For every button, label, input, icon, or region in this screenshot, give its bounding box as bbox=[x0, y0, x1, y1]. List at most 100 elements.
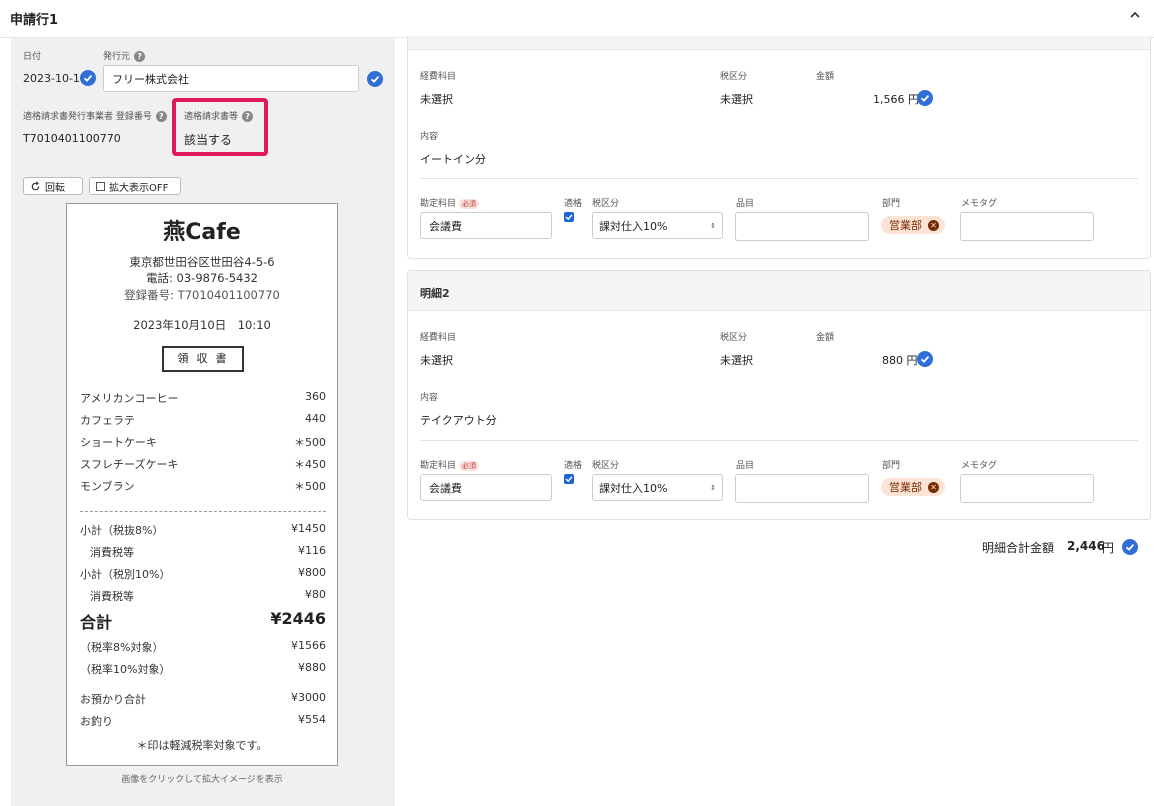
amount-value: 1,566 円 bbox=[873, 93, 919, 106]
rotate-button[interactable]: 回転 bbox=[23, 177, 83, 195]
receipt-item: スフレチーズケーキ ＊450 bbox=[80, 458, 326, 471]
total-value: 2,446 bbox=[1067, 539, 1105, 553]
content-value: イートイン分 bbox=[420, 153, 486, 166]
amount-value: 880 円 bbox=[882, 354, 918, 367]
amount-label: 金額 bbox=[816, 333, 835, 343]
zoom-label: 拡大表示OFF bbox=[109, 182, 169, 194]
date-value: 2023-10-10 bbox=[23, 72, 87, 85]
memo-input[interactable] bbox=[960, 212, 1094, 241]
receipt-doc-title: 領収書 bbox=[162, 346, 244, 372]
issuer-input[interactable]: フリー株式会社 bbox=[103, 65, 359, 92]
section-title: 申請行1 bbox=[10, 13, 59, 28]
card-header bbox=[408, 36, 1150, 50]
receipt-total: 合計 ¥2446 bbox=[80, 609, 326, 632]
amount-label: 金額 bbox=[816, 72, 835, 82]
required-badge: 必須 bbox=[459, 198, 480, 209]
select-arrow-icon: ⇕ bbox=[710, 483, 716, 492]
receipt-item: カフェラテ 440 bbox=[80, 412, 326, 427]
receipt-paid: お預かり合計 ¥3000 bbox=[80, 691, 326, 706]
dept-label: 部門 bbox=[882, 461, 901, 471]
rotate-label: 回転 bbox=[45, 182, 65, 194]
account-label: 勘定科目 必須 bbox=[420, 196, 480, 209]
receipt-datetime: 2023年10月10日 10:10 bbox=[133, 318, 271, 332]
account-input[interactable]: 会議費 bbox=[420, 212, 552, 239]
issuer-label: 発行元? bbox=[103, 49, 146, 62]
help-icon[interactable]: ? bbox=[155, 111, 167, 122]
expense-label: 経費科目 bbox=[420, 72, 457, 82]
divider bbox=[420, 440, 1138, 441]
receipt-item: モンブラン ＊500 bbox=[80, 480, 326, 493]
check-circle-icon bbox=[367, 71, 383, 87]
checkbox-icon[interactable] bbox=[96, 181, 105, 191]
expense-value: 未選択 bbox=[420, 354, 453, 367]
dept-label: 部門 bbox=[882, 199, 901, 209]
store-name: 燕Cafe bbox=[163, 220, 241, 245]
registration-label: 適格請求書発行事業者 登録番号? bbox=[23, 109, 167, 122]
divider bbox=[420, 178, 1138, 179]
account-input[interactable]: 会議費 bbox=[420, 474, 552, 501]
tax-select-label: 税区分 bbox=[592, 199, 620, 209]
store-phone: 電話: 03-9876-5432 bbox=[146, 271, 258, 285]
qualified-checkbox[interactable] bbox=[564, 212, 574, 222]
section-header: 申請行1 bbox=[0, 0, 1154, 38]
receipt-tax-8: 消費税等 ¥116 bbox=[90, 544, 326, 559]
receipt-target-8: （税率8%対象） ¥1566 bbox=[80, 639, 326, 654]
memo-label: メモタグ bbox=[961, 199, 998, 209]
receipt-tax-10: 消費税等 ¥80 bbox=[90, 588, 326, 603]
qualified-col-label: 適格 bbox=[564, 199, 583, 209]
content-value: テイクアウト分 bbox=[420, 414, 497, 427]
receipt-item: ショートケーキ ＊500 bbox=[80, 436, 326, 449]
help-icon[interactable]: ? bbox=[242, 111, 254, 122]
receipt-subtotal-8: 小計（税抜8%） ¥1450 bbox=[80, 522, 326, 537]
close-icon[interactable]: ✕ bbox=[928, 219, 939, 231]
tax-select[interactable]: 課対仕入10% ⇕ bbox=[592, 474, 723, 501]
select-arrow-icon: ⇕ bbox=[710, 221, 716, 230]
store-address: 東京都世田谷区世田谷4-5-6 bbox=[129, 255, 275, 269]
tax-select-label: 税区分 bbox=[592, 461, 620, 471]
zoom-toggle-button[interactable]: 拡大表示OFF bbox=[89, 177, 181, 195]
receipt-image[interactable]: 燕Cafe 東京都世田谷区世田谷4-5-6 電話: 03-9876-5432 登… bbox=[66, 203, 338, 766]
close-icon[interactable]: ✕ bbox=[928, 481, 939, 493]
check-circle-icon bbox=[1122, 539, 1138, 555]
item-label: 品目 bbox=[736, 199, 755, 209]
receipt-target-10: （税率10%対象） ¥880 bbox=[80, 661, 326, 676]
rotate-icon bbox=[31, 180, 40, 190]
content-label: 内容 bbox=[420, 393, 439, 403]
receipt-item: アメリカンコーヒー 360 bbox=[80, 390, 326, 405]
image-caption: 画像をクリックして拡大イメージを表示 bbox=[121, 775, 283, 785]
tax-category-value: 未選択 bbox=[720, 354, 753, 367]
receipt-subtotal-10: 小計（税別10%） ¥800 bbox=[80, 566, 326, 581]
chevron-up-icon[interactable] bbox=[1128, 8, 1142, 22]
expense-value: 未選択 bbox=[420, 93, 453, 106]
help-icon[interactable]: ? bbox=[134, 51, 146, 62]
qualified-checkbox[interactable] bbox=[564, 474, 574, 484]
check-circle-icon bbox=[917, 90, 933, 106]
qualified-value: 該当する bbox=[184, 133, 233, 147]
required-badge: 必須 bbox=[459, 460, 480, 471]
item-input[interactable] bbox=[735, 474, 869, 503]
qualified-label: 適格請求書等? bbox=[184, 109, 254, 122]
date-label: 日付 bbox=[23, 52, 42, 62]
receipt-divider bbox=[80, 511, 326, 512]
item-input[interactable] bbox=[735, 212, 869, 241]
check-circle-icon bbox=[917, 351, 933, 367]
check-circle-icon bbox=[80, 70, 96, 86]
memo-input[interactable] bbox=[960, 474, 1094, 503]
store-registration: 登録番号: T7010401100770 bbox=[124, 288, 280, 302]
tax-select[interactable]: 課対仕入10% ⇕ bbox=[592, 212, 723, 239]
card-title: 明細2 bbox=[420, 287, 450, 300]
dept-tag[interactable]: 営業部 ✕ bbox=[881, 216, 945, 234]
total-label: 明細合計金額 bbox=[982, 541, 1055, 555]
registration-value: T7010401100770 bbox=[23, 132, 121, 145]
expense-label: 経費科目 bbox=[420, 333, 457, 343]
item-label: 品目 bbox=[736, 461, 755, 471]
memo-label: メモタグ bbox=[961, 461, 998, 471]
tax-category-label: 税区分 bbox=[720, 333, 748, 343]
receipt-change: お釣り ¥554 bbox=[80, 713, 326, 728]
receipt-note: ＊印は軽減税率対象です。 bbox=[136, 739, 268, 752]
account-label: 勘定科目 必須 bbox=[420, 458, 480, 471]
tax-category-label: 税区分 bbox=[720, 72, 748, 82]
qualified-col-label: 適格 bbox=[564, 461, 583, 471]
card-header: 明細2 bbox=[408, 271, 1150, 311]
dept-tag[interactable]: 営業部 ✕ bbox=[881, 478, 945, 496]
